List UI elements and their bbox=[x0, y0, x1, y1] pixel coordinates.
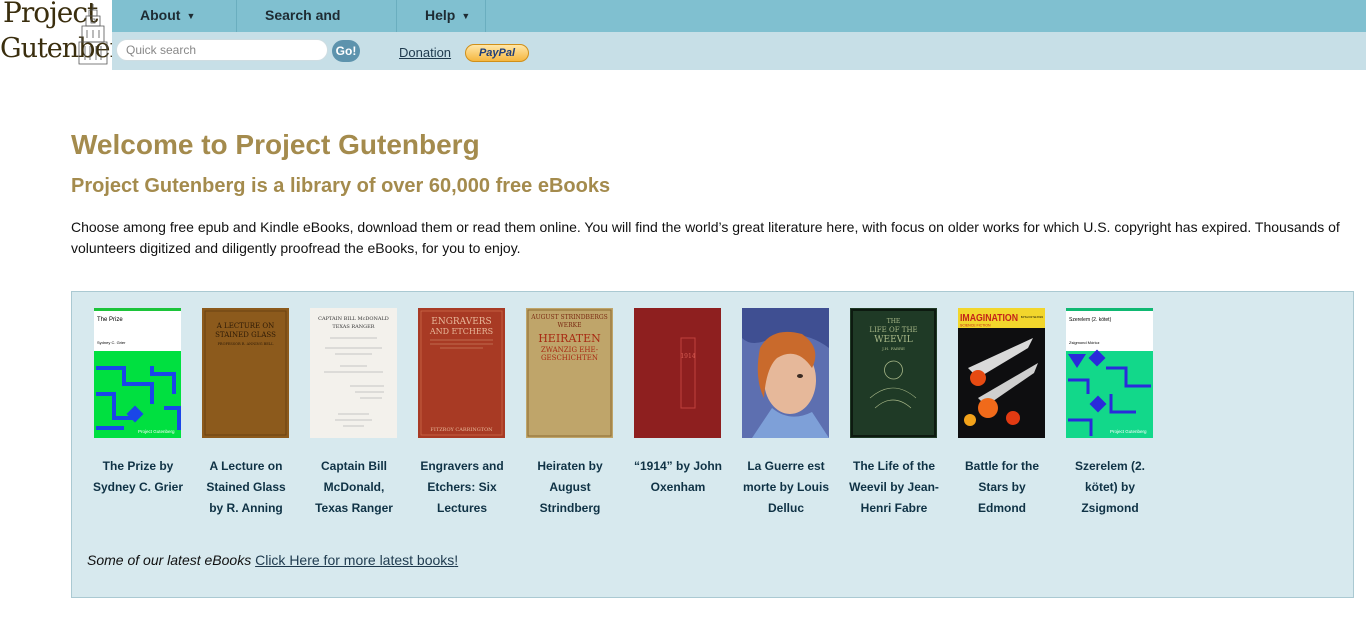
cover-publisher: Project Gutenberg bbox=[1110, 429, 1147, 434]
book-title[interactable]: “1914” by John Oxenham bbox=[624, 456, 732, 498]
cover-line: IMAGINATION bbox=[960, 313, 1018, 324]
cover-line: ZWANZIG EHE- bbox=[541, 346, 599, 354]
cover-line: WEEVIL bbox=[874, 335, 912, 345]
cover-author: Sydney C. Grier bbox=[97, 340, 126, 345]
paypal-button[interactable]: PayPal bbox=[465, 44, 529, 62]
book-cover[interactable]: THE LIFE OF THE WEEVIL J.H. FABRE bbox=[850, 308, 937, 438]
building-icon bbox=[78, 4, 108, 65]
link-suffix: ! bbox=[454, 552, 459, 568]
book-card[interactable]: La Guerre est morte by Louis Delluc bbox=[732, 308, 840, 519]
book-title[interactable]: Heiraten by August Strindberg bbox=[516, 456, 624, 519]
cover-line: CAPTAIN BILL McDONALD bbox=[318, 316, 389, 322]
book-card[interactable]: IMAGINATION SCIENCE FICTION BATTLE FOR T… bbox=[948, 308, 1056, 519]
book-card[interactable]: 1914 “1914” by John Oxenham bbox=[624, 308, 732, 498]
latest-books-panel: The Prize Sydney C. Grier Project Gutenb… bbox=[71, 291, 1354, 598]
book-card[interactable]: ENGRAVERS AND ETCHERS FITZROY CARRINGTON… bbox=[408, 308, 516, 519]
caret-down-icon: ▼ bbox=[186, 11, 196, 21]
cover-publisher: Project Gutenberg bbox=[138, 429, 175, 434]
book-title[interactable]: Szerelem (2. kötet) by Zsigmond bbox=[1056, 456, 1164, 519]
cover-line: J.H. FABRE bbox=[881, 346, 905, 351]
main-nav: About ▼ Search and Browse▼ Help ▼ bbox=[112, 0, 1366, 53]
cover-author: Zsigmond Móricz bbox=[1069, 340, 1099, 345]
more-latest-books-link[interactable]: Click Here for more latest books! bbox=[255, 552, 458, 568]
book-title[interactable]: Battle for the Stars by Edmond bbox=[948, 456, 1056, 519]
cover-line: BATTLE FOR THE STARS bbox=[1021, 315, 1043, 319]
book-title[interactable]: The Life of the Weevil by Jean-Henri Fab… bbox=[840, 456, 948, 519]
cover-line: STAINED GLASS bbox=[215, 331, 276, 339]
cover-line: LIFE OF THE bbox=[869, 326, 917, 334]
nav-about-label: About bbox=[140, 7, 181, 23]
book-cover[interactable]: The Prize Sydney C. Grier Project Gutenb… bbox=[94, 308, 181, 438]
book-title[interactable]: Engravers and Etchers: Six Lectures bbox=[408, 456, 516, 519]
book-card[interactable]: THE LIFE OF THE WEEVIL J.H. FABRE The Li… bbox=[840, 308, 948, 519]
book-cover[interactable]: A LECTURE ON STAINED GLASS PROFESSOR R. … bbox=[202, 308, 289, 438]
book-title[interactable]: La Guerre est morte by Louis Delluc bbox=[732, 456, 840, 519]
caret-down-icon: ▼ bbox=[461, 11, 471, 21]
cover-line: HEIRATEN bbox=[538, 332, 601, 345]
cover-line: A LECTURE ON bbox=[216, 322, 274, 330]
cover-line: GESCHICHTEN bbox=[541, 354, 598, 362]
book-cover[interactable] bbox=[742, 308, 829, 438]
intro-text: Choose among free epub and Kindle eBooks… bbox=[71, 219, 1340, 256]
cover-line: PROFESSOR R. ANNING BELL bbox=[218, 342, 275, 346]
cover-line: ENGRAVERS bbox=[431, 317, 491, 327]
book-card[interactable]: CAPTAIN BILL McDONALD TEXAS RANGER Capta… bbox=[300, 308, 408, 519]
book-cover[interactable]: CAPTAIN BILL McDONALD TEXAS RANGER bbox=[310, 308, 397, 438]
page-title: Welcome to Project Gutenberg bbox=[71, 129, 480, 160]
page-subtitle: Project Gutenberg is a library of over 6… bbox=[71, 175, 611, 197]
book-card[interactable]: A LECTURE ON STAINED GLASS PROFESSOR R. … bbox=[192, 308, 300, 519]
cover-line: WERKE bbox=[558, 322, 582, 329]
nav-help[interactable]: Help ▼ bbox=[397, 0, 486, 32]
cover-line: SCIENCE FICTION bbox=[960, 324, 991, 328]
latest-books-note: Some of our latest eBooks Click Here for… bbox=[87, 552, 458, 568]
book-cover[interactable]: AUGUST STRINDBERGS WERKE HEIRATEN ZWANZI… bbox=[526, 308, 613, 438]
more-latest-books-label: Click Here for more latest books bbox=[255, 552, 455, 568]
search-bar: Go! Donation PayPal bbox=[112, 32, 1366, 70]
book-cover[interactable]: IMAGINATION SCIENCE FICTION BATTLE FOR T… bbox=[958, 308, 1045, 438]
nav-search-and-browse[interactable]: Search and Browse▼ bbox=[237, 0, 397, 53]
cover-line: AND ETCHERS bbox=[429, 327, 493, 336]
cover-line: FITZROY CARRINGTON bbox=[430, 427, 493, 433]
quick-search-input[interactable] bbox=[116, 39, 328, 61]
site-logo[interactable]: Project Gutenberg bbox=[0, 0, 139, 70]
nav-help-label: Help bbox=[425, 7, 456, 23]
book-cover[interactable]: 1914 bbox=[634, 308, 721, 438]
latest-prefix: Some of our latest eBooks bbox=[87, 552, 252, 568]
book-card[interactable]: The Prize Sydney C. Grier Project Gutenb… bbox=[84, 308, 192, 498]
book-title[interactable]: Captain Bill McDonald, Texas Ranger bbox=[300, 456, 408, 519]
cover-title: Szerelem (2. kötet) bbox=[1069, 317, 1112, 323]
book-title[interactable]: The Prize by Sydney C. Grier bbox=[84, 456, 192, 498]
nav-about[interactable]: About ▼ bbox=[112, 0, 237, 32]
book-cover[interactable]: ENGRAVERS AND ETCHERS FITZROY CARRINGTON bbox=[418, 308, 505, 438]
cover-line: AUGUST STRINDBERGS bbox=[530, 314, 608, 321]
book-card[interactable]: AUGUST STRINDBERGS WERKE HEIRATEN ZWANZI… bbox=[516, 308, 624, 519]
donation-link[interactable]: Donation bbox=[399, 45, 451, 60]
book-title[interactable]: A Lecture on Stained Glass by R. Anning bbox=[192, 456, 300, 519]
search-go-button[interactable]: Go! bbox=[332, 40, 360, 62]
cover-line: TEXAS RANGER bbox=[332, 324, 374, 330]
cover-title: The Prize bbox=[97, 317, 123, 323]
book-card[interactable]: Szerelem (2. kötet) Zsigmond Móricz Proj… bbox=[1056, 308, 1164, 519]
cover-line: 1914 bbox=[680, 353, 695, 360]
book-cover[interactable]: Szerelem (2. kötet) Zsigmond Móricz Proj… bbox=[1066, 308, 1153, 438]
cover-line: THE bbox=[887, 318, 901, 325]
